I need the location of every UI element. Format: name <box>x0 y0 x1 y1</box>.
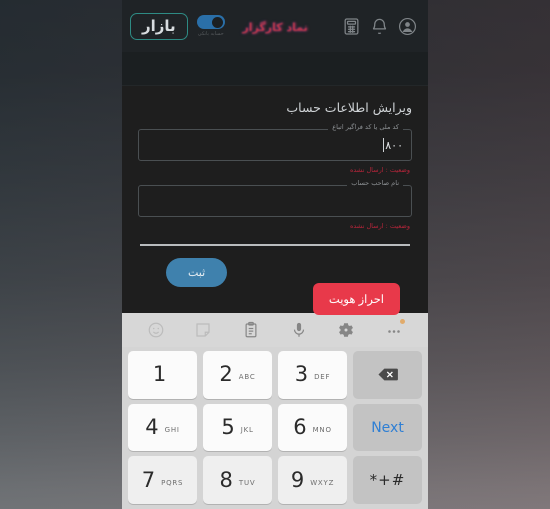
app-region: بازار حسابه بانکی نماد کارگزار ویرایش اط… <box>122 0 428 315</box>
key-digit: 3 <box>294 362 309 387</box>
account-holder-label: نام صاحب حساب <box>347 179 403 187</box>
account-holder-status: وضعیت : ارسال نشده <box>349 222 410 230</box>
section-divider <box>140 244 410 246</box>
key-digit: 2 <box>219 362 233 387</box>
key-7[interactable]: 7 PQRS <box>128 456 197 505</box>
bazaar-logo[interactable]: بازار <box>130 12 188 40</box>
clipboard-icon[interactable] <box>242 321 260 339</box>
key-5[interactable]: 5 JKL <box>203 403 272 452</box>
phone-screen: بازار حسابه بانکی نماد کارگزار ویرایش اط… <box>122 0 428 509</box>
keyboard-row-3: 7 PQRS 8 TUV 9 WXYZ *+# <box>128 456 422 505</box>
text-caret <box>383 138 385 152</box>
identity-verification-button[interactable]: احراز هویت <box>312 282 400 315</box>
backspace-icon <box>377 367 399 382</box>
key-letters: GHI <box>164 426 180 434</box>
key-3[interactable]: 3 DEF <box>278 351 347 399</box>
more-options-icon[interactable] <box>385 319 406 339</box>
key-letters: JKL <box>240 426 254 434</box>
account-holder-field-group: نام صاحب حساب <box>138 179 412 217</box>
national-id-status: وضعیت : ارسال نشده <box>349 166 410 174</box>
national-id-label: کد ملی یا کد فراگیر اتباع <box>328 123 403 131</box>
key-next-label: Next <box>371 419 404 436</box>
key-letters: ABC <box>238 373 256 382</box>
key-digit: 9 <box>290 467 305 492</box>
key-6[interactable]: 6 MNO <box>278 403 347 452</box>
key-digit: 4 <box>145 415 159 439</box>
key-letters: TUV <box>238 478 256 487</box>
bell-icon[interactable] <box>370 17 389 36</box>
page-title: ویرایش اطلاعات حساب <box>286 100 412 115</box>
submit-button[interactable]: ثبت <box>166 257 228 287</box>
calculator-icon[interactable] <box>342 17 361 36</box>
key-digit: 5 <box>221 415 235 439</box>
key-digit: 6 <box>293 415 307 439</box>
microphone-icon[interactable] <box>290 321 308 339</box>
key-letters: MNO <box>312 426 332 434</box>
key-backspace[interactable] <box>353 351 422 399</box>
key-letters: PQRS <box>161 478 184 487</box>
form-action-row: ثبت احراز هویت <box>138 257 412 320</box>
bank-account-toggle-label: حسابه بانکی <box>197 31 224 37</box>
keyboard-key-rows: 1 2 ABC 3 DEF 4 GHI 5 JKL 6 MNO Next 7 P… <box>122 347 428 509</box>
on-screen-keyboard: 1 2 ABC 3 DEF 4 GHI 5 JKL 6 MNO Next 7 P… <box>122 313 428 509</box>
key-next[interactable]: Next <box>353 403 422 452</box>
key-digit: 8 <box>219 467 233 492</box>
account-avatar-icon[interactable] <box>398 17 417 36</box>
desktop-backdrop: بازار حسابه بانکی نماد کارگزار ویرایش اط… <box>0 0 550 509</box>
emoji-icon[interactable] <box>147 321 165 339</box>
broker-brand-text: نماد کارگزار <box>242 21 308 34</box>
key-letters: DEF <box>314 373 331 382</box>
account-holder-input[interactable] <box>138 185 412 217</box>
keyboard-row-1: 1 2 ABC 3 DEF <box>128 351 422 399</box>
notification-badge <box>400 319 406 324</box>
key-digit: 7 <box>141 467 156 492</box>
key-9[interactable]: 9 WXYZ <box>278 456 347 505</box>
key-symbols[interactable]: *+# <box>353 456 422 505</box>
key-2[interactable]: 2 ABC <box>203 351 272 399</box>
national-id-field-group: کد ملی یا کد فراگیر اتباع ۸۰۰ <box>138 123 412 161</box>
settings-gear-icon[interactable] <box>337 321 355 339</box>
key-8[interactable]: 8 TUV <box>203 456 272 505</box>
key-letters: WXYZ <box>310 478 335 487</box>
sticker-icon[interactable] <box>194 321 212 339</box>
key-symbols-label: *+# <box>369 471 406 490</box>
key-digit: 1 <box>152 362 167 387</box>
keyboard-row-2: 4 GHI 5 JKL 6 MNO Next <box>128 403 422 452</box>
key-4[interactable]: 4 GHI <box>128 403 197 452</box>
national-id-input[interactable]: ۸۰۰ <box>138 129 412 161</box>
key-1[interactable]: 1 <box>128 351 197 399</box>
app-header: بازار حسابه بانکی نماد کارگزار <box>122 0 428 52</box>
national-id-value: ۸۰۰ <box>385 138 403 152</box>
bank-account-toggle[interactable] <box>196 15 225 29</box>
bank-account-toggle-group[interactable]: حسابه بانکی <box>196 15 225 37</box>
header-icon-group <box>342 17 420 36</box>
app-subbar <box>122 52 428 86</box>
account-edit-form: ویرایش اطلاعات حساب کد ملی یا کد فراگیر … <box>122 86 428 320</box>
